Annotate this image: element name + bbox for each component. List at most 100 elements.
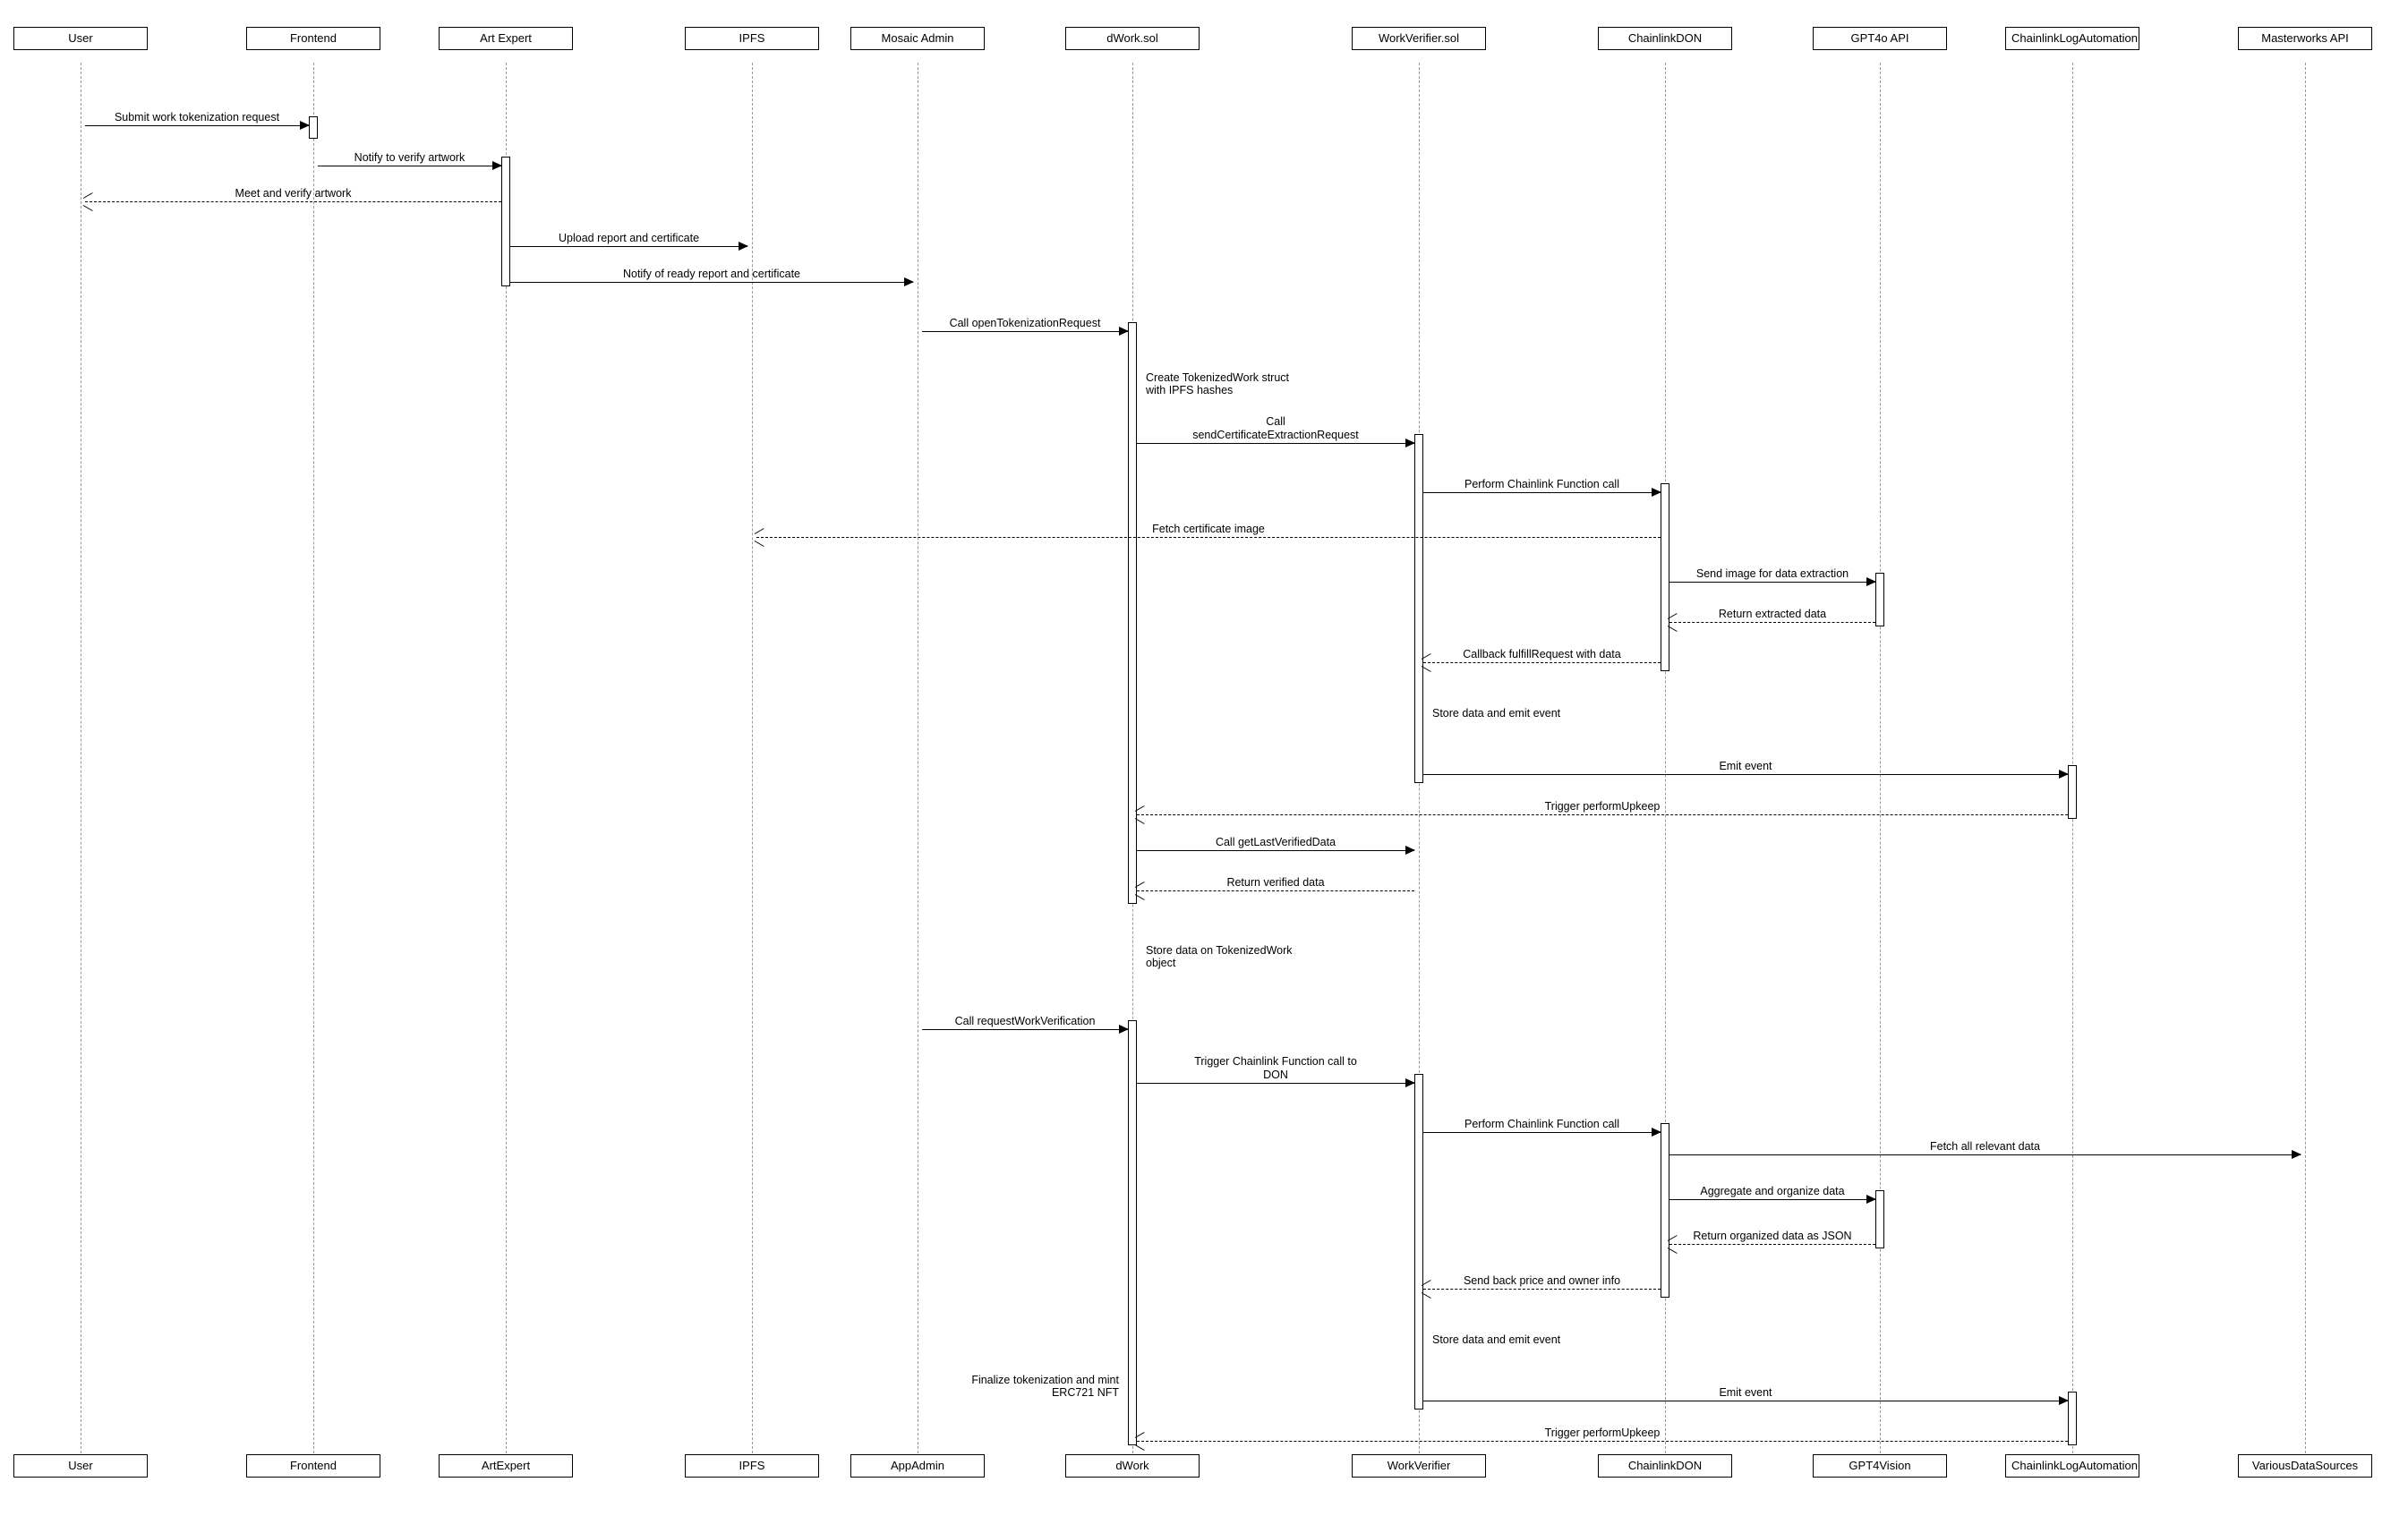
activation-verifier (1414, 434, 1423, 783)
message-label: Aggregate and organize data (1683, 1185, 1862, 1197)
activation-artexpert (501, 157, 510, 286)
actor-dwork-top: dWork.sol (1065, 27, 1200, 50)
arrow-right-icon (1652, 1128, 1661, 1137)
message-label: Fetch all relevant data (1896, 1140, 2075, 1153)
message-21: Return organized data as JSON (1669, 1244, 1875, 1245)
message-label: Callback fulfillRequest with data (1453, 648, 1632, 660)
actor-verifier-bottom: WorkVerifier (1352, 1454, 1486, 1478)
message-label: Call getLastVerifiedData (1186, 836, 1365, 848)
activation-don (1661, 483, 1669, 671)
lifeline-masterworks (2305, 63, 2306, 1453)
message-label: Call requestWorkVerification (935, 1015, 1114, 1027)
message-4: Notify of ready report and certificate (510, 282, 913, 283)
message-24: Trigger performUpkeep (1137, 1441, 2068, 1442)
actor-admin-top: Mosaic Admin (850, 27, 985, 50)
message-label: Perform Chainlink Function call (1453, 478, 1632, 490)
arrow-right-icon (739, 242, 748, 251)
actor-artexpert-top: Art Expert (439, 27, 573, 50)
message-20: Aggregate and organize data (1669, 1199, 1875, 1200)
actor-admin-bottom: AppAdmin (850, 1454, 985, 1478)
actor-artexpert-bottom: ArtExpert (439, 1454, 573, 1478)
actor-masterworks-top: Masterworks API (2238, 27, 2372, 50)
actor-don-bottom: ChainlinkDON (1598, 1454, 1732, 1478)
self-note-1: Store data and emit event (1432, 707, 1593, 720)
arrow-left-icon (1422, 1283, 1432, 1294)
activation-logauto (2068, 765, 2077, 819)
message-label: Send image for data extraction (1683, 567, 1862, 580)
message-label: Return extracted data (1683, 608, 1862, 620)
message-13: Trigger performUpkeep (1137, 814, 2068, 815)
message-18: Perform Chainlink Function call (1423, 1132, 1661, 1133)
activation-frontend (309, 116, 318, 139)
message-label: Perform Chainlink Function call (1453, 1118, 1632, 1130)
message-label: Meet and verify artwork (204, 187, 383, 200)
message-label: Upload report and certificate (540, 232, 719, 244)
activation-gpt (1875, 1190, 1884, 1248)
arrow-left-icon (1668, 617, 1678, 627)
arrow-right-icon (300, 121, 310, 130)
actor-verifier-top: WorkVerifier.sol (1352, 27, 1486, 50)
arrow-left-icon (1668, 1239, 1678, 1249)
activation-gpt (1875, 573, 1884, 626)
message-5: Call openTokenizationRequest (922, 331, 1128, 332)
sequence-diagram: UserUserFrontendFrontendArt ExpertArtExp… (18, 18, 2390, 1498)
self-note-2: Store data on TokenizedWork object (1146, 944, 1307, 970)
message-label: Notify of ready report and certificate (622, 268, 801, 280)
message-label: Return organized data as JSON (1683, 1230, 1862, 1242)
arrow-right-icon (2059, 1396, 2069, 1405)
actor-dwork-bottom: dWork (1065, 1454, 1200, 1478)
arrow-right-icon (1866, 577, 1876, 586)
message-3: Upload report and certificate (510, 246, 747, 247)
message-22: Send back price and owner info (1423, 1289, 1661, 1290)
actor-don-top: ChainlinkDON (1598, 27, 1732, 50)
activation-logauto (2068, 1392, 2077, 1445)
actor-user-bottom: User (13, 1454, 148, 1478)
actor-frontend-bottom: Frontend (246, 1454, 380, 1478)
message-label: Emit event (1656, 1386, 1835, 1399)
message-label: Trigger performUpkeep (1513, 1427, 1692, 1439)
message-6: Call sendCertificateExtractionRequest (1137, 443, 1414, 444)
message-label: Call openTokenizationRequest (935, 317, 1114, 329)
arrow-right-icon (1119, 327, 1129, 336)
arrow-left-icon (755, 532, 765, 542)
actor-gpt-top: GPT4o API (1813, 27, 1947, 50)
message-8: Fetch certificate image (756, 537, 1661, 538)
arrow-right-icon (1405, 1078, 1415, 1087)
arrow-right-icon (2059, 770, 2069, 779)
message-label: Submit work tokenization request (107, 111, 286, 123)
message-12: Emit event (1423, 774, 2068, 775)
message-label: Send back price and owner info (1453, 1274, 1632, 1287)
arrow-left-icon (1135, 885, 1146, 896)
message-10: Return extracted data (1669, 622, 1875, 623)
actor-masterworks-bottom: VariousDataSources (2238, 1454, 2372, 1478)
message-16: Call requestWorkVerification (922, 1029, 1128, 1030)
self-note-3: Store data and emit event (1432, 1333, 1593, 1346)
actor-logauto-bottom: ChainlinkLogAutomation (2005, 1454, 2139, 1478)
activation-don (1661, 1123, 1669, 1298)
actor-ipfs-bottom: IPFS (685, 1454, 819, 1478)
arrow-right-icon (2292, 1150, 2301, 1159)
arrow-left-icon (83, 196, 94, 207)
activation-verifier (1414, 1074, 1423, 1410)
arrow-left-icon (1135, 809, 1146, 820)
message-7: Perform Chainlink Function call (1423, 492, 1661, 493)
message-label: Fetch certificate image (1119, 523, 1298, 535)
actor-logauto-top: ChainlinkLogAutomation (2005, 27, 2139, 50)
arrow-left-icon (1135, 1435, 1146, 1446)
self-note-0: Create TokenizedWork struct with IPFS ha… (1146, 371, 1307, 397)
message-17: Trigger Chainlink Function call to DON (1137, 1083, 1414, 1084)
arrow-right-icon (1866, 1195, 1876, 1204)
message-0: Submit work tokenization request (85, 125, 309, 126)
actor-frontend-top: Frontend (246, 27, 380, 50)
message-2: Meet and verify artwork (85, 201, 501, 202)
message-label: Trigger Chainlink Function call to DON (1186, 1055, 1365, 1081)
actor-ipfs-top: IPFS (685, 27, 819, 50)
message-label: Trigger performUpkeep (1513, 800, 1692, 813)
message-label: Call sendCertificateExtractionRequest (1186, 415, 1365, 441)
message-14: Call getLastVerifiedData (1137, 850, 1414, 851)
lifeline-frontend (313, 63, 314, 1453)
message-11: Callback fulfillRequest with data (1423, 662, 1661, 663)
self-note-4: Finalize tokenization and mint ERC721 NF… (958, 1374, 1119, 1400)
arrow-right-icon (1119, 1025, 1129, 1034)
message-19: Fetch all relevant data (1669, 1154, 2301, 1155)
